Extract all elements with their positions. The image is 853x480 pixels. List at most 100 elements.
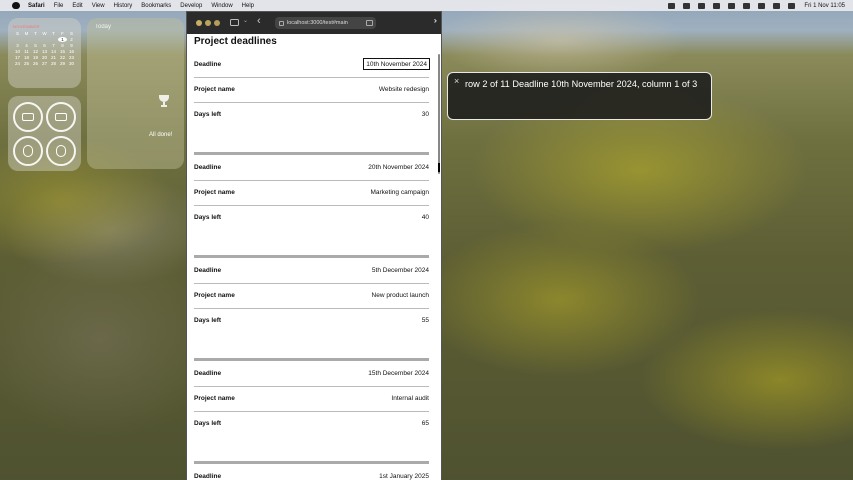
calendar-weekday: M xyxy=(24,31,29,36)
menu-bookmarks[interactable]: Bookmarks xyxy=(141,3,171,9)
row-label: Deadline xyxy=(194,473,222,480)
calendar-day: 30 xyxy=(68,61,74,66)
status-icon[interactable] xyxy=(668,2,676,9)
row-value: 20th November 2024 xyxy=(368,164,429,171)
reminders-status: All done! xyxy=(149,132,173,138)
calendar-widget[interactable]: NOVEMBER S M T W T F S 1 2 3 4 5 6 7 8 9 10 11 12 13 14 15 16 1… xyxy=(8,18,81,88)
calendar-day: 1 xyxy=(58,37,67,42)
more-chevrons-icon[interactable]: ›› xyxy=(434,16,438,25)
calendar-day: 7 xyxy=(52,43,55,48)
address-bar[interactable]: localhost:3000/test#main xyxy=(275,17,376,29)
laptop-battery-ring xyxy=(13,101,43,132)
sidebar-toggle-icon[interactable] xyxy=(230,19,239,26)
table-row: Project name New product launch xyxy=(194,284,429,309)
table-row: Deadline 1st January 2025 xyxy=(194,465,429,480)
calendar-day: 13 xyxy=(41,49,47,54)
calendar-day: 18 xyxy=(23,55,29,60)
back-arrow-icon[interactable]: ‹ xyxy=(257,15,261,27)
battery-icon[interactable] xyxy=(743,2,751,9)
keyboard-battery-ring xyxy=(46,101,76,132)
calendar-day: 29 xyxy=(59,61,65,66)
row-value: 65 xyxy=(421,420,429,427)
calendar-day: 16 xyxy=(68,49,74,54)
row-label: Deadline xyxy=(194,370,222,377)
table-row: Days left 65 xyxy=(194,412,429,437)
calendar-weekday: W xyxy=(42,31,47,36)
address-text[interactable]: localhost:3000/test#main xyxy=(287,20,348,26)
calendar-day xyxy=(13,37,22,42)
row-label: Project name xyxy=(194,189,235,196)
page-info-icon xyxy=(279,20,284,26)
calendar-weekday: S xyxy=(15,31,19,36)
table-row: Deadline 5th December 2024 xyxy=(194,259,429,284)
text-cursor-icon xyxy=(438,163,443,172)
menu-window[interactable]: Window xyxy=(211,3,232,9)
calendar-day: 20 xyxy=(41,55,47,60)
batteries-widget[interactable] xyxy=(8,96,81,171)
row-label: Project name xyxy=(194,292,235,299)
reminders-widget[interactable]: Today All done! xyxy=(87,18,184,169)
menu-view[interactable]: View xyxy=(92,3,105,9)
scrollbar-thumb[interactable] xyxy=(438,54,440,174)
row-value: 15th December 2024 xyxy=(368,370,429,377)
menu-help[interactable]: Help xyxy=(242,3,254,9)
calendar-day: 23 xyxy=(68,55,74,60)
deadline-card: Deadline 10th November 2024 Project name… xyxy=(194,53,430,128)
menu-history[interactable]: History xyxy=(114,3,133,9)
status-icon[interactable] xyxy=(698,2,706,9)
row-value: 1st January 2025 xyxy=(379,473,429,480)
calendar-day: 9 xyxy=(70,43,73,48)
calendar-month: NOVEMBER xyxy=(13,24,40,29)
wifi-icon[interactable] xyxy=(758,2,766,9)
row-value: New product launch xyxy=(371,292,429,299)
close-icon[interactable]: × xyxy=(454,76,459,86)
calendar-day: 22 xyxy=(59,55,65,60)
row-label: Days left xyxy=(194,111,222,118)
calendar-day xyxy=(31,37,40,42)
calendar-day: 27 xyxy=(41,61,47,66)
calendar-day: 17 xyxy=(14,55,20,60)
menu-develop[interactable]: Develop xyxy=(180,3,202,9)
card-divider xyxy=(194,358,429,361)
row-label: Deadline xyxy=(194,267,222,274)
reader-icon[interactable] xyxy=(366,20,373,26)
page-content: Project deadlines Deadline 10th November… xyxy=(187,34,441,480)
row-value: 40 xyxy=(421,214,429,221)
status-icon[interactable] xyxy=(683,2,691,9)
card-divider xyxy=(194,152,429,155)
calendar-day: 15 xyxy=(59,49,65,54)
table-row: Days left 30 xyxy=(194,103,429,128)
menu-file[interactable]: File xyxy=(54,3,64,9)
menu-clock[interactable]: Fri 1 Nov 11:05 xyxy=(804,3,845,9)
scrollbar[interactable] xyxy=(437,34,441,480)
table-row: Project name Internal audit xyxy=(194,387,429,412)
zoom-window-button[interactable] xyxy=(214,20,220,26)
apple-icon[interactable] xyxy=(12,2,20,9)
calendar-weekday: F xyxy=(61,31,64,36)
card-divider xyxy=(194,255,429,258)
status-icon[interactable] xyxy=(713,2,721,9)
menu-edit[interactable]: Edit xyxy=(72,3,82,9)
calendar-day: 2 xyxy=(70,37,73,42)
search-icon[interactable] xyxy=(773,2,781,9)
browser-toolbar: ⌄ ‹ localhost:3000/test#main ›› xyxy=(187,12,441,34)
row-value-focused[interactable]: 10th November 2024 xyxy=(363,58,430,70)
close-window-button[interactable] xyxy=(196,20,202,26)
row-value: Website redesign xyxy=(378,86,429,93)
headphones-icon[interactable] xyxy=(728,2,736,9)
calendar-day: 25 xyxy=(23,61,29,66)
voiceover-caption-text: row 2 of 11 Deadline 10th November 2024,… xyxy=(465,79,698,89)
minimize-window-button[interactable] xyxy=(205,20,211,26)
calendar-day: 14 xyxy=(50,49,56,54)
calendar-weekday: S xyxy=(69,31,73,36)
mouse-battery-ring xyxy=(46,135,76,166)
calendar-day: 24 xyxy=(14,61,20,66)
calendar-day: 4 xyxy=(25,43,28,48)
row-value: Marketing campaign xyxy=(370,189,429,196)
menu-app-safari[interactable]: Safari xyxy=(28,3,45,9)
calendar-weekday: T xyxy=(34,31,37,36)
status-area: Fri 1 Nov 11:05 xyxy=(660,0,845,11)
control-center-icon[interactable] xyxy=(788,2,796,9)
chevron-down-icon[interactable]: ⌄ xyxy=(243,17,248,24)
calendar-day: 19 xyxy=(32,55,38,60)
